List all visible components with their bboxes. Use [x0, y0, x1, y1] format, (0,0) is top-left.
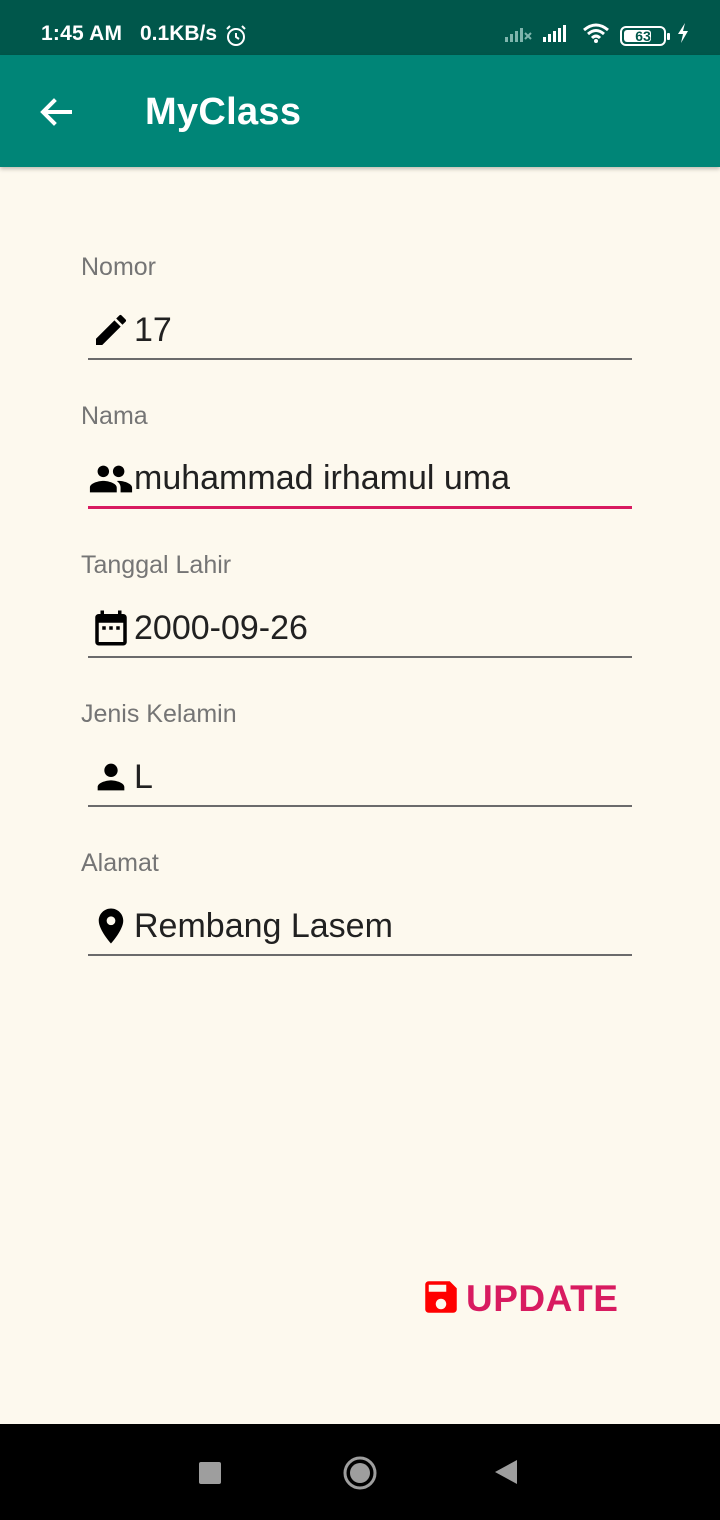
status-time: 1:45 AM	[41, 22, 123, 45]
battery-level: 63	[635, 27, 651, 44]
nomor-value: 17	[134, 310, 172, 349]
nama-field[interactable]: muhammad irhamul uma	[88, 451, 632, 509]
arrow-left-icon	[36, 98, 76, 136]
nomor-field[interactable]: 17	[88, 302, 632, 360]
nama-value: muhammad irhamul uma	[134, 459, 511, 497]
tanggal-lahir-label: Tanggal Lahir	[81, 551, 232, 579]
navigation-bar	[0, 1424, 720, 1520]
tanggal-lahir-value: 2000-09-26	[134, 608, 308, 647]
person-icon	[88, 754, 134, 800]
back-icon[interactable]	[493, 1458, 519, 1491]
status-bar: 1:45 AM 0.1KB/s 63	[0, 0, 720, 55]
alamat-label: Alamat	[81, 849, 159, 877]
home-icon[interactable]	[342, 1455, 378, 1491]
nomor-label: Nomor	[81, 253, 157, 281]
tanggal-lahir-field[interactable]: 2000-09-26	[88, 600, 632, 658]
signal-icon	[542, 23, 572, 48]
jenis-kelamin-value: L	[134, 757, 153, 796]
alamat-field[interactable]: Rembang Lasem	[88, 898, 632, 956]
alarm-icon	[224, 24, 248, 53]
charging-icon	[676, 22, 690, 49]
app-title: MyClass	[145, 91, 302, 133]
status-icons: 63	[504, 22, 690, 49]
save-icon	[420, 1276, 462, 1323]
back-button[interactable]	[36, 92, 76, 132]
calendar-icon	[88, 605, 134, 651]
battery-icon: 63	[620, 25, 670, 46]
people-icon	[88, 456, 134, 502]
location-pin-icon	[88, 903, 134, 949]
status-network-speed: 0.1KB/s	[140, 22, 218, 45]
app-bar: MyClass	[0, 55, 720, 167]
recents-icon[interactable]	[199, 1462, 221, 1484]
alamat-value: Rembang Lasem	[134, 906, 393, 945]
wifi-icon	[582, 22, 610, 49]
signal-off-icon	[504, 23, 532, 48]
pencil-icon	[88, 307, 134, 353]
jenis-kelamin-field[interactable]: L	[88, 749, 632, 807]
update-button[interactable]: UPDATE	[420, 1272, 618, 1326]
update-label: UPDATE	[466, 1278, 619, 1319]
nama-label: Nama	[81, 402, 148, 430]
jenis-kelamin-label: Jenis Kelamin	[81, 700, 237, 728]
